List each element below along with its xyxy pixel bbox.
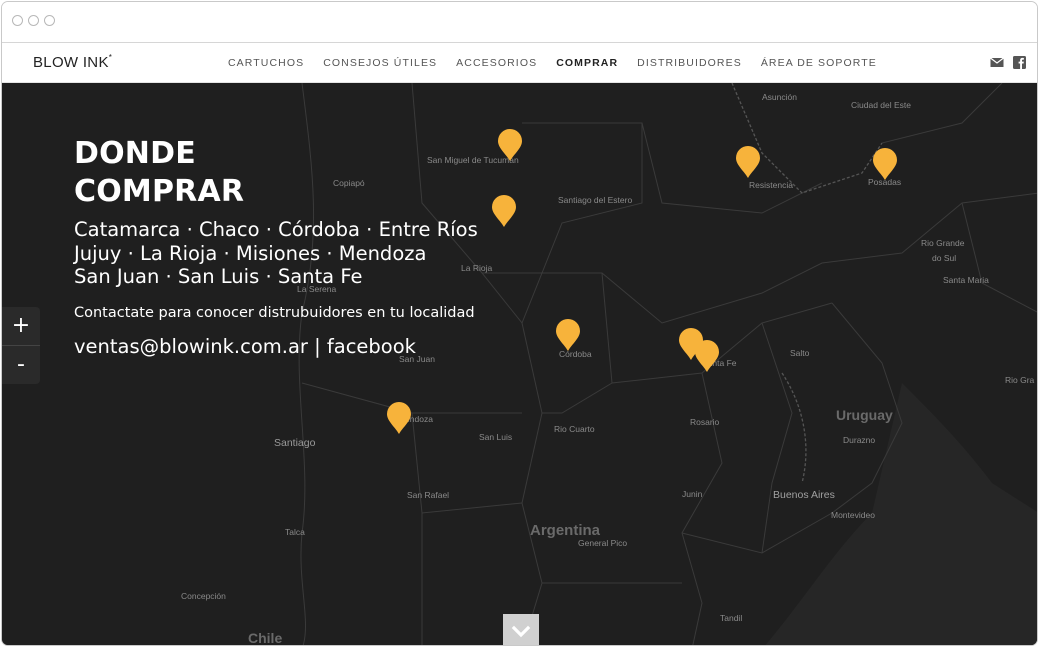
- zoom-control: + -: [2, 307, 40, 384]
- chevron-down-icon: [511, 625, 531, 638]
- city-rio-grande-1: Rio Grande: [921, 238, 965, 248]
- city-rio-cuarto: Rio Cuarto: [554, 424, 595, 434]
- regions-line-1: Catamarca · Chaco · Córdoba · Entre Ríos: [74, 218, 478, 241]
- store-pin-catamarca[interactable]: [491, 194, 517, 228]
- country-uruguay: Uruguay: [836, 407, 893, 423]
- regions-line-3: San Juan · San Luis · Santa Fe: [74, 265, 363, 288]
- city-tandil: Tandil: [720, 613, 743, 623]
- regions-line-2: Jujuy · La Rioja · Misiones · Mendoza: [74, 241, 427, 265]
- mail-icon[interactable]: [990, 56, 1004, 69]
- city-rio-gra: Rio Gra: [1005, 375, 1035, 385]
- city-santiago-del-estero: Santiago del Estero: [558, 195, 633, 205]
- city-san-luis: San Luis: [479, 432, 513, 442]
- city-concepcion: Concepción: [181, 591, 226, 601]
- city-talca: Talca: [285, 527, 305, 537]
- contact-links: ventas@blowink.com.ar | facebook: [74, 335, 478, 358]
- city-san-rafael: San Rafael: [407, 490, 450, 500]
- store-pin-mendoza[interactable]: [386, 401, 412, 435]
- store-pin-posadas[interactable]: [872, 147, 898, 181]
- minimize-window-icon[interactable]: [28, 15, 39, 26]
- brand-name: BLOW INK: [33, 54, 109, 71]
- city-ciudad-del-este: Ciudad del Este: [851, 100, 912, 110]
- title-line-2: COMPRAR: [74, 174, 245, 209]
- zoom-in-button[interactable]: +: [2, 307, 40, 345]
- nav-area-de-soporte[interactable]: ÁREA DE SOPORTE: [761, 57, 877, 69]
- link-separator: |: [314, 334, 321, 358]
- brand-mark: *: [108, 53, 113, 62]
- facebook-link[interactable]: facebook: [327, 335, 416, 358]
- city-rio-grande-2: do Sul: [932, 253, 957, 263]
- facebook-icon[interactable]: [1013, 56, 1027, 69]
- email-link[interactable]: ventas@blowink.com.ar: [74, 335, 308, 358]
- store-map[interactable]: Asunción Ciudad del Este San Miguel de T…: [2, 83, 1037, 646]
- store-pin-santa-fe[interactable]: [694, 339, 720, 373]
- nav-cartuchos[interactable]: CARTUCHOS: [228, 57, 304, 69]
- city-montevideo: Montevideo: [831, 510, 875, 520]
- hero-panel: DONDE COMPRAR Catamarca · Chaco · Córdoba…: [74, 135, 478, 358]
- city-durazno: Durazno: [843, 435, 876, 445]
- city-rosario: Rosario: [690, 417, 720, 427]
- city-buenos-aires: Buenos Aires: [773, 489, 835, 501]
- nav-distribuidores[interactable]: DISTRIBUIDORES: [637, 57, 742, 69]
- regions-list: Catamarca · Chaco · Córdoba · Entre Ríos…: [74, 218, 478, 289]
- top-navbar: BLOW INK* CARTUCHOS CONSEJOS ÚTILES ACCE…: [2, 43, 1037, 83]
- browser-window: BLOW INK* CARTUCHOS CONSEJOS ÚTILES ACCE…: [1, 1, 1038, 646]
- city-resistencia: Resistencia: [749, 180, 793, 190]
- city-junin: Junin: [682, 489, 703, 499]
- city-santa-maria: Santa Maria: [943, 275, 989, 285]
- store-pin-resistencia[interactable]: [735, 145, 761, 179]
- country-argentina: Argentina: [530, 522, 601, 539]
- city-santiago: Santiago: [274, 437, 316, 449]
- nav-comprar[interactable]: COMPRAR: [556, 57, 618, 69]
- city-salto: Salto: [790, 348, 810, 358]
- brand-logo[interactable]: BLOW INK*: [33, 53, 113, 71]
- store-pin-tucuman[interactable]: [497, 128, 523, 162]
- title-line-1: DONDE: [74, 136, 196, 171]
- scroll-down-button[interactable]: [503, 614, 539, 645]
- city-general-pico: General Pico: [578, 538, 628, 548]
- page-title: DONDE COMPRAR: [74, 135, 478, 211]
- country-chile: Chile: [248, 630, 283, 646]
- close-window-icon[interactable]: [12, 15, 23, 26]
- maximize-window-icon[interactable]: [44, 15, 55, 26]
- zoom-out-button[interactable]: -: [2, 345, 40, 384]
- store-pin-cordoba[interactable]: [555, 318, 581, 352]
- nav-accesorios[interactable]: ACCESORIOS: [456, 57, 537, 69]
- title-bar: [2, 2, 1037, 43]
- contact-text: Contactate para conocer distrubuidores e…: [74, 304, 475, 321]
- nav-consejos-utiles[interactable]: CONSEJOS ÚTILES: [323, 57, 437, 69]
- city-asuncion: Asunción: [762, 92, 797, 102]
- main-nav: CARTUCHOS CONSEJOS ÚTILES ACCESORIOS COM…: [228, 57, 896, 69]
